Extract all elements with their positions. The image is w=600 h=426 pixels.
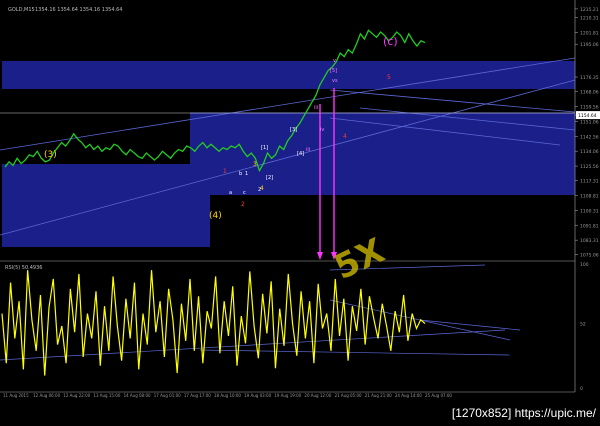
price-tick-label: 1091.81 bbox=[580, 223, 599, 229]
price-tick-label: 1210.31 bbox=[580, 15, 599, 21]
price-tick-label: 1100.31 bbox=[580, 208, 599, 214]
price-tick-label: 1134.06 bbox=[580, 149, 599, 155]
wave-label: a bbox=[229, 190, 232, 196]
wave-label: 1 bbox=[223, 168, 227, 175]
wave-label: [2] bbox=[266, 175, 273, 181]
resistance-zone bbox=[2, 61, 575, 89]
time-tick-label: 24 Aug 14:00 bbox=[395, 393, 422, 398]
time-tick-label: 21 Aug 21:00 bbox=[365, 393, 392, 398]
wave-label: iv bbox=[320, 127, 324, 133]
wave-label: [5] bbox=[330, 68, 337, 74]
wave-label: (c) bbox=[383, 35, 398, 48]
wave-label: 3 bbox=[253, 161, 257, 168]
time-tick-label: 12 Aug 06:00 bbox=[33, 393, 60, 398]
price-tick-label: 1083.31 bbox=[580, 238, 599, 244]
price-tick-label: 1195.06 bbox=[580, 42, 599, 48]
time-tick-label: 21 Aug 05:00 bbox=[335, 393, 362, 398]
wave-label: 2 bbox=[258, 187, 261, 193]
wave-label: iii bbox=[314, 105, 318, 111]
time-tick-label: 17 Aug 01:00 bbox=[154, 393, 181, 398]
time-tick-label: 20 Aug 12:00 bbox=[304, 393, 331, 398]
rsi-tick-label: 100 bbox=[580, 262, 589, 268]
price-tick-label: 1142.56 bbox=[580, 134, 599, 140]
price-tick-label: 1176.35 bbox=[580, 75, 599, 81]
time-tick-label: 12 Aug 22:00 bbox=[63, 393, 90, 398]
chart-window: (c) (3) (4) 1 2 3 4 4 5 a b c 1 2 [1] [2] [3] [4] [5] iii iv… bbox=[0, 0, 600, 422]
rsi-tick-label: 52 bbox=[580, 322, 586, 328]
wave-zone-upper bbox=[190, 113, 575, 195]
time-tick-label: 18 Aug 10:00 bbox=[214, 393, 241, 398]
wave-label: 5 bbox=[387, 74, 391, 81]
price-tick-label: 1108.81 bbox=[580, 193, 599, 199]
time-tick-label: 17 Aug 17:00 bbox=[184, 393, 211, 398]
wave-label: b bbox=[239, 171, 242, 177]
wave-label: [3] bbox=[290, 127, 297, 133]
price-tick-label: 1125.56 bbox=[580, 164, 599, 170]
time-tick-label: 11 Aug 2015 bbox=[3, 393, 29, 398]
wave-label: c bbox=[243, 190, 246, 196]
footer-url[interactable]: [1270x852] https://upic.me/ bbox=[452, 406, 596, 420]
price-tick-label: 1117.31 bbox=[580, 179, 599, 185]
price-tick-label: 1151.06 bbox=[580, 119, 599, 125]
rsi-title: RSI(5) 50.4936 bbox=[5, 265, 42, 271]
price-tick-label: 1159.56 bbox=[580, 104, 599, 110]
price-tick-label: 1168.06 bbox=[580, 90, 599, 96]
wave-label: [4] bbox=[297, 151, 304, 157]
wave-label: (4) bbox=[209, 211, 222, 221]
time-tick-label: 25 Aug 07:00 bbox=[425, 393, 452, 398]
quote-header: 1354.16 1354.64 1354.16 1354.64 bbox=[35, 7, 122, 13]
wave-label: 2 bbox=[241, 201, 245, 208]
time-tick-label: 14 Aug 08:00 bbox=[124, 393, 151, 398]
current-price-label: 1154.64 bbox=[578, 113, 597, 119]
wave-label: [1] bbox=[261, 145, 268, 151]
wave-label: 1 bbox=[245, 171, 248, 177]
price-tick-label: 1075.06 bbox=[580, 253, 599, 259]
price-tick-label: 1201.81 bbox=[580, 30, 599, 36]
wave-label: (3) bbox=[44, 150, 57, 160]
wave-label: 4 bbox=[343, 133, 347, 140]
price-tick-label: 1215.21 bbox=[580, 7, 599, 13]
wave-label: iii bbox=[306, 147, 310, 153]
rsi-tick-label: 0 bbox=[580, 386, 583, 392]
wave-label: vs bbox=[332, 78, 338, 84]
time-tick-label: 19 Aug 03:00 bbox=[244, 393, 271, 398]
wave-label: v bbox=[333, 58, 336, 64]
chart-canvas: (c)(3)(4)123445abc12[1][2][3][4][5]iiiiv… bbox=[0, 0, 600, 422]
symbol-header: GOLD,M15 bbox=[8, 7, 35, 13]
time-tick-label: 13 Aug 15:00 bbox=[93, 393, 120, 398]
time-tick-label: 19 Aug 19:00 bbox=[274, 393, 301, 398]
wave-zone-lower bbox=[2, 164, 210, 247]
